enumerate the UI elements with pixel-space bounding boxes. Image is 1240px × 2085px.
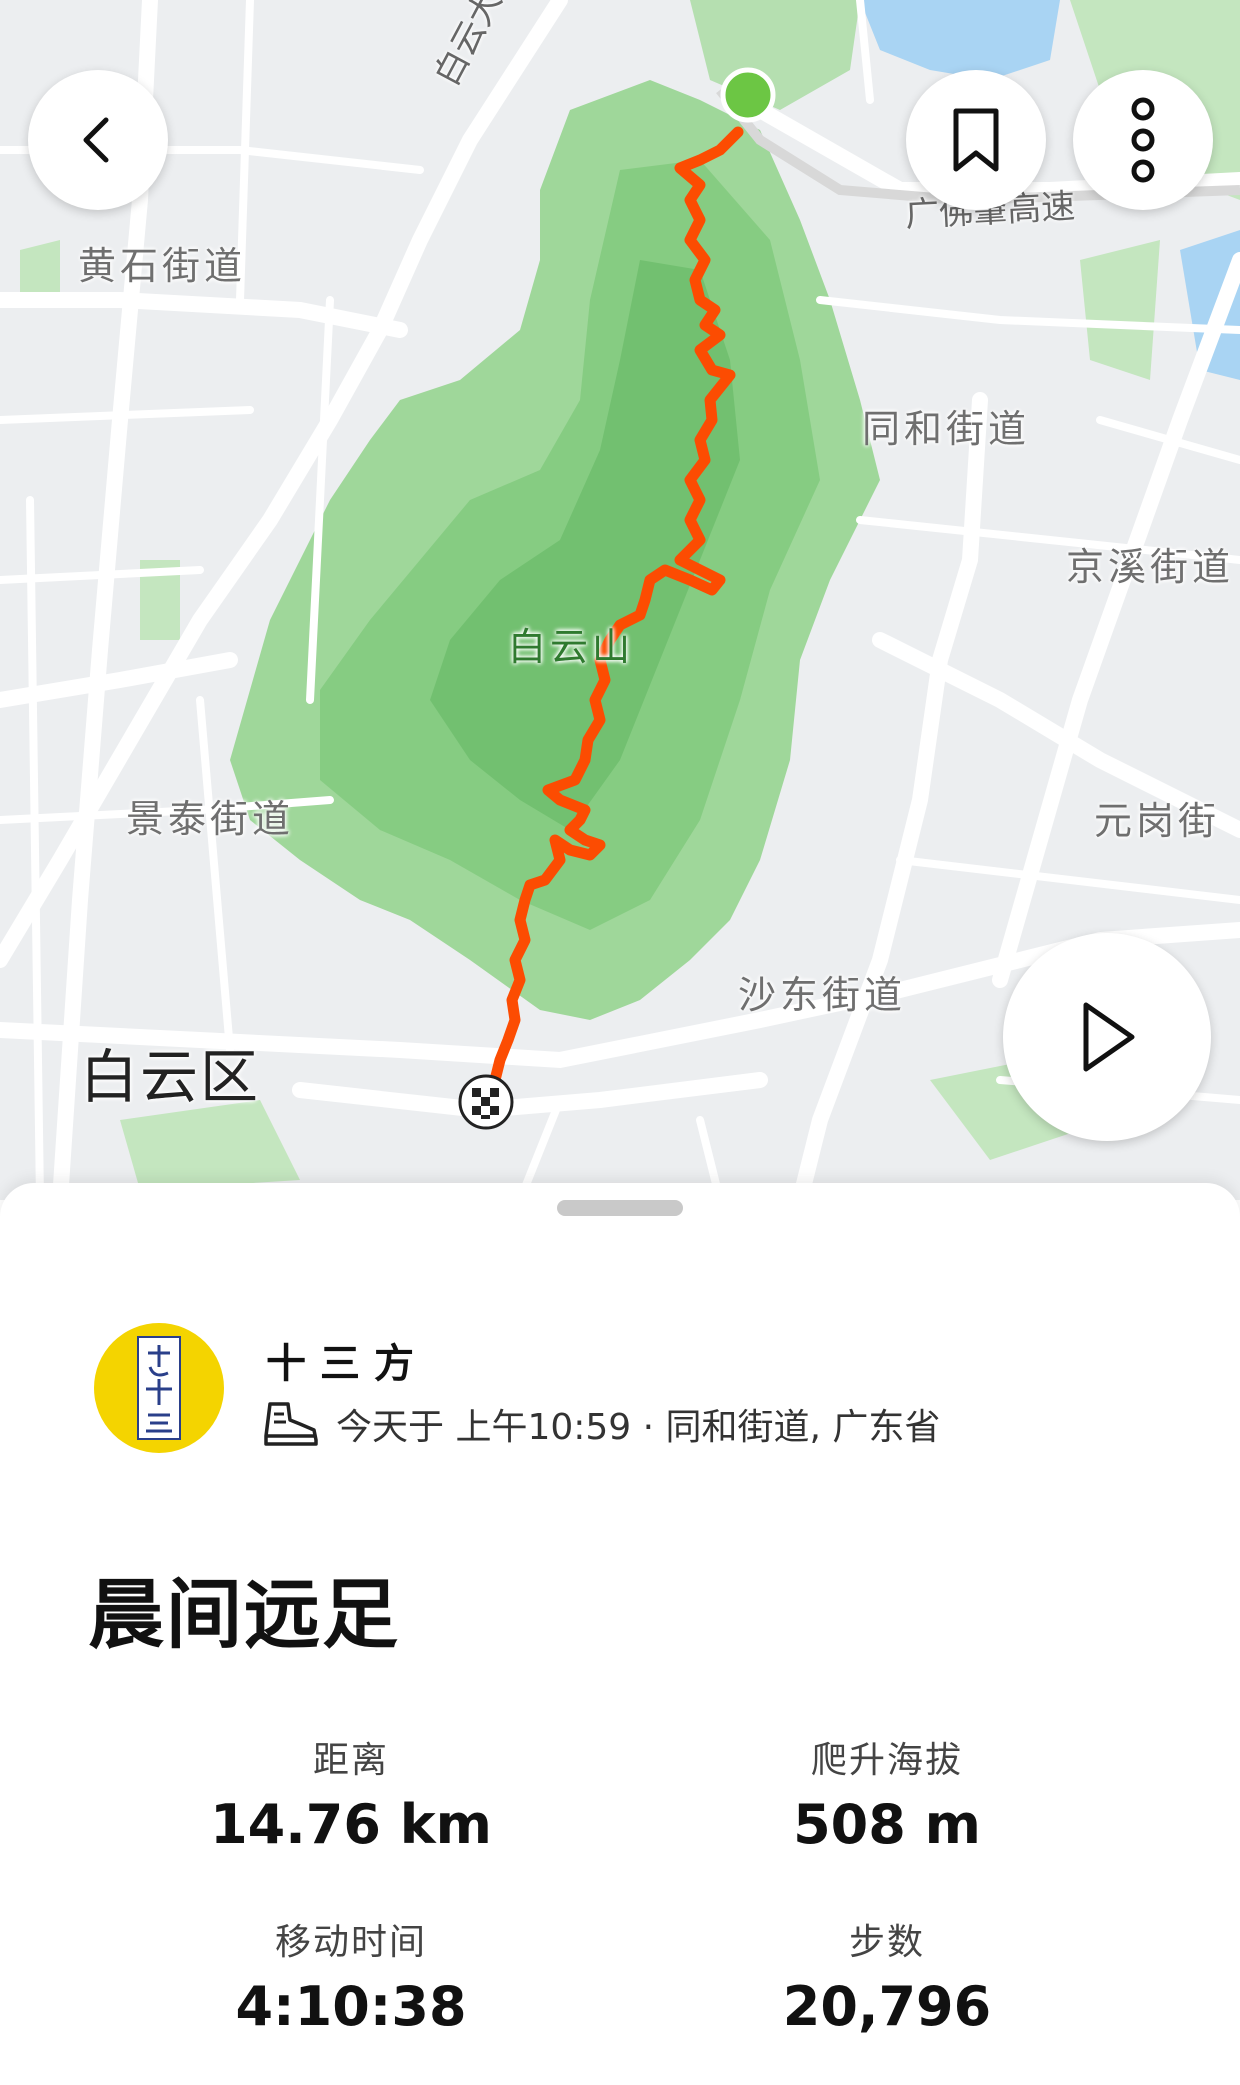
stat-label: 爬升海拔 [810, 1740, 963, 1781]
stat-value: 14.76 km [210, 1793, 492, 1856]
avatar-logo-icon [137, 1336, 181, 1440]
map-label-district: 白云区 [80, 1043, 261, 1111]
stat-label: 步数 [848, 1922, 925, 1963]
athlete-name[interactable]: 十三方 [266, 1331, 428, 1389]
map-label-jingxi: 京溪街道 [1066, 545, 1235, 589]
stat-distance: 距离 14.76 km [71, 1731, 631, 1856]
athlete-avatar[interactable] [94, 1323, 224, 1453]
map-label-jingtai: 景泰街道 [126, 797, 295, 841]
stat-value: 508 m [793, 1793, 981, 1856]
activity-sheet: 十三方 今天于 上午10:59 · 同和街道, 广东省 晨间远足 距离 14.7… [0, 1183, 1240, 2085]
more-options-icon [1131, 97, 1155, 183]
more-options-button[interactable] [1073, 70, 1213, 210]
hiking-shoe-icon [264, 1402, 318, 1446]
back-button[interactable] [28, 70, 168, 210]
map-label-tonghe: 同和街道 [862, 407, 1031, 451]
bookmark-icon [953, 108, 999, 172]
activity-meta: 今天于 上午10:59 · 同和街道, 广东省 [262, 1398, 940, 1450]
start-marker [720, 67, 776, 123]
stat-value: 20,796 [782, 1975, 992, 2038]
route-map[interactable]: 黄石街道 同和街道 京溪街道 景泰街道 元岗街 沙东街道 白云山 白云区 白云大… [0, 0, 1240, 1200]
map-label-shadong: 沙东街道 [738, 973, 907, 1017]
stat-label: 距离 [312, 1740, 389, 1781]
map-label-yuangang: 元岗街 [1094, 799, 1221, 843]
map-label-baiyunshan: 白云山 [508, 625, 635, 669]
play-icon [1083, 1002, 1135, 1072]
play-flyover-button[interactable] [1003, 933, 1211, 1141]
drag-handle[interactable] [557, 1200, 683, 1216]
stat-moving-time: 移动时间 4:10:38 [71, 1913, 631, 2038]
back-arrow-icon [83, 117, 109, 163]
map-label-huangshi: 黄石街道 [78, 244, 247, 288]
finish-marker [458, 1074, 514, 1130]
bookmark-button[interactable] [906, 70, 1046, 210]
activity-title: 晨间远足 [88, 1570, 400, 1659]
stat-steps: 步数 20,796 [607, 1913, 1167, 2038]
stat-label: 移动时间 [274, 1922, 427, 1963]
stat-elevation-gain: 爬升海拔 508 m [607, 1731, 1167, 1856]
stat-value: 4:10:38 [235, 1975, 467, 2038]
activity-meta-text: 今天于 上午10:59 · 同和街道, 广东省 [336, 1407, 941, 1448]
